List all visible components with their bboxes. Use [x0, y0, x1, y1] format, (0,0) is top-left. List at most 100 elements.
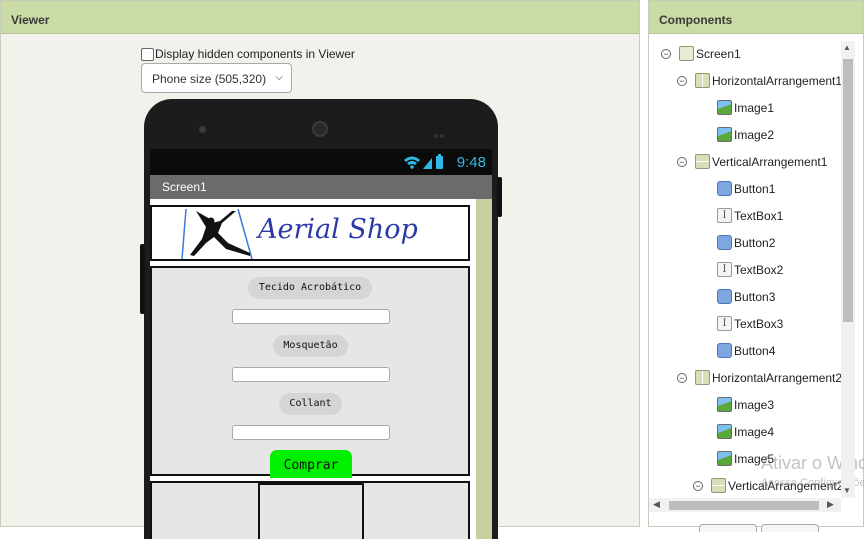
textbox-icon: I — [717, 208, 732, 223]
tree-item-label: TextBox3 — [734, 316, 784, 331]
tree-item-label: VerticalArrangement1 — [712, 154, 828, 169]
sensor-dots — [434, 127, 448, 138]
tree-item-image3[interactable]: Image3 — [717, 397, 774, 412]
scroll-up-icon[interactable]: ▲ — [843, 43, 851, 52]
screen-icon — [679, 46, 694, 61]
tree-item-label: Image1 — [734, 100, 775, 115]
collapse-icon[interactable]: − — [677, 156, 687, 167]
tree-item-label: Image4 — [734, 424, 775, 439]
label-button-2[interactable]: Mosquetão — [273, 335, 348, 357]
phone-mockup: 9:48 Screen1 Aerial Shop Tecido Acrobáti… — [140, 99, 502, 539]
textbox-icon: I — [717, 316, 732, 331]
tree-item-label: Button2 — [734, 235, 776, 250]
image-icon — [717, 397, 732, 412]
display-hidden-label: Display hidden components in Viewer — [155, 47, 355, 61]
rename-button[interactable] — [699, 524, 757, 532]
viewer-controls: Display hidden components in Viewer Phon… — [141, 47, 355, 93]
tree-item-label: Button4 — [734, 343, 776, 358]
scrollbar-thumb[interactable] — [669, 501, 819, 510]
tree-item-button2[interactable]: Button2 — [717, 235, 775, 250]
collapse-icon[interactable]: − — [677, 75, 687, 86]
tree-item-textbox2[interactable]: I TextBox2 — [717, 262, 783, 277]
wifi-signal-battery-icon — [402, 154, 446, 173]
horizontal-arrangement-1[interactable]: Aerial Shop — [150, 205, 470, 261]
button-icon — [717, 235, 732, 250]
tree-item-image2[interactable]: Image2 — [717, 127, 774, 142]
horizontal-arrangement-2[interactable] — [150, 481, 470, 539]
scroll-right-icon[interactable]: ▶ — [827, 499, 834, 510]
camera-icon — [199, 126, 206, 133]
label-button-3[interactable]: Collant — [279, 393, 342, 415]
tree-item-textbox1[interactable]: I TextBox1 — [717, 208, 783, 223]
tree-item-label: TextBox2 — [734, 262, 784, 277]
vertical-arrangement-1[interactable]: Tecido Acrobático Mosquetão Collant Comp… — [150, 266, 470, 478]
horizontal-arrangement-icon — [695, 73, 710, 88]
phone-size-select[interactable]: Phone size (505,320) ⌵ — [141, 63, 292, 93]
viewer-panel: Viewer Display hidden components in View… — [0, 0, 640, 539]
comprar-button[interactable]: Comprar — [270, 450, 352, 478]
collapse-icon[interactable]: − — [693, 480, 703, 491]
display-hidden-row[interactable]: Display hidden components in Viewer — [141, 47, 355, 61]
viewer-header: Viewer — [1, 1, 639, 34]
display-hidden-checkbox[interactable] — [141, 47, 154, 61]
collapse-icon[interactable]: − — [677, 372, 687, 383]
chevron-down-icon: ⌵ — [275, 72, 283, 83]
screen-scroll-strip — [476, 199, 492, 539]
button-icon — [717, 181, 732, 196]
tree-item-image1[interactable]: Image1 — [717, 100, 774, 115]
textbox-3[interactable] — [232, 425, 390, 440]
app-screen: Aerial Shop Tecido Acrobático Mosquetão … — [150, 199, 492, 539]
phone-status-bar: 9:48 — [150, 149, 492, 175]
tree-vertical-scrollbar[interactable]: ▲ ▼ — [841, 41, 855, 498]
scroll-down-icon[interactable]: ▼ — [843, 486, 851, 495]
status-time: 9:48 — [456, 154, 486, 171]
tree-item-label: HorizontalArrangement2 — [712, 370, 841, 385]
tree-item-image4[interactable]: Image4 — [717, 424, 774, 439]
scroll-left-icon[interactable]: ◀ — [653, 499, 660, 510]
banner-image[interactable]: Aerial Shop — [178, 209, 444, 259]
phone-side-button — [140, 244, 145, 314]
tree-item-textbox3[interactable]: I TextBox3 — [717, 316, 783, 331]
tree-horizontal-scrollbar[interactable]: ◀ ▶ — [649, 498, 841, 512]
scrollbar-thumb[interactable] — [843, 59, 853, 322]
tree-item-button3[interactable]: Button3 — [717, 289, 775, 304]
phone-size-value: Phone size (505,320) — [152, 72, 267, 86]
tree-item-horizontalarrangement2[interactable]: − HorizontalArrangement2 — [677, 370, 841, 385]
image-icon — [717, 424, 732, 439]
phone-side-button — [497, 177, 502, 217]
textbox-icon: I — [717, 262, 732, 277]
components-panel: Components − Screen1 − HorizontalArrange… — [648, 0, 864, 532]
tree-item-label: HorizontalArrangement1 — [712, 73, 841, 88]
image-icon — [717, 100, 732, 115]
bottom-buttons — [699, 521, 839, 532]
tree-item-label: Button1 — [734, 181, 776, 196]
image-icon — [717, 451, 732, 466]
tree-item-label: TextBox1 — [734, 208, 784, 223]
collapse-icon[interactable]: − — [661, 48, 671, 59]
aerial-dancer-image — [181, 209, 253, 259]
textbox-2[interactable] — [232, 367, 390, 382]
logo-text: Aerial Shop — [258, 214, 418, 245]
tree-item-screen1[interactable]: − Screen1 — [661, 46, 741, 61]
label-button-1[interactable]: Tecido Acrobático — [248, 277, 372, 299]
component-tree: − Screen1 − HorizontalArrangement1 Image… — [649, 34, 841, 498]
vertical-arrangement-icon — [695, 154, 710, 169]
vertical-arrangement-2-preview[interactable] — [258, 483, 364, 539]
horizontal-arrangement-icon — [695, 370, 710, 385]
button-icon — [717, 289, 732, 304]
tree-item-verticalarrangement1[interactable]: − VerticalArrangement1 — [677, 154, 827, 169]
speaker-icon — [312, 121, 328, 137]
tree-item-button4[interactable]: Button4 — [717, 343, 775, 358]
vertical-arrangement-icon — [711, 478, 726, 493]
tree-item-horizontalarrangement1[interactable]: − HorizontalArrangement1 — [677, 73, 841, 88]
delete-button[interactable] — [761, 524, 819, 532]
tree-item-button1[interactable]: Button1 — [717, 181, 775, 196]
textbox-1[interactable] — [232, 309, 390, 324]
tree-item-label: Image2 — [734, 127, 775, 142]
button-icon — [717, 343, 732, 358]
screen-title-bar: Screen1 — [150, 175, 492, 199]
tree-item-label: Image3 — [734, 397, 775, 412]
image-icon — [717, 127, 732, 142]
components-header: Components — [649, 1, 863, 34]
tree-item-label: Screen1 — [696, 46, 741, 61]
